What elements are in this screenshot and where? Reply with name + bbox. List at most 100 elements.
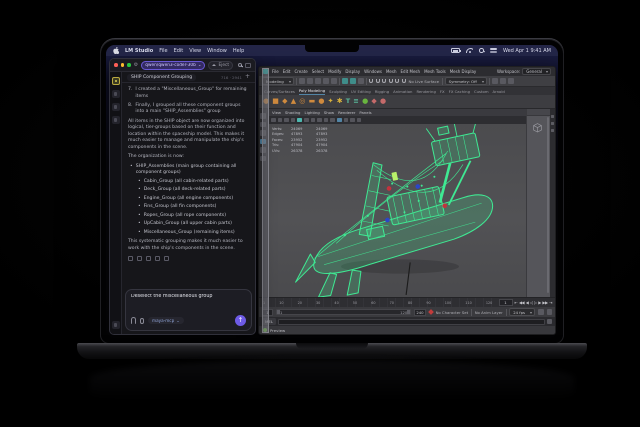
shelf-tool-icon[interactable]: ◆ [371,98,376,105]
eject-model-button[interactable]: Eject [208,61,233,70]
loaded-model-pill[interactable]: qwen/qwen3-coder-30b ⌄ [141,61,205,70]
attribute-editor-toggle-icon[interactable] [551,115,554,118]
viewport-toolbar-icon[interactable] [344,118,349,123]
menubar-app-name[interactable]: LM Studio [125,48,153,54]
attach-file-icon[interactable] [131,317,136,324]
menubar-clock[interactable]: Wed Apr 1 9:41 AM [503,48,551,54]
viewport-toolbar-icon[interactable] [330,118,335,123]
tools-icon[interactable]: ⚙ [134,63,138,68]
open-scene-icon[interactable] [307,78,313,84]
viewport-canvas[interactable]: Verts: 24069 24069 Edges: 47893 47893 Fa… [268,124,526,297]
playback-button[interactable]: ▶ [538,301,541,305]
maximize-window-button[interactable] [127,63,131,67]
maya-menu-item[interactable]: Windows [364,69,382,74]
snap-to-point-icon[interactable] [382,79,386,83]
apple-menu-icon[interactable] [113,47,119,54]
undo-icon[interactable] [323,78,329,84]
redo-icon[interactable] [331,78,337,84]
viewport-menu-item[interactable]: Show [324,110,334,115]
fps-selector[interactable]: 24 fps [509,308,535,316]
make-live-icon[interactable] [402,79,406,83]
playback-button[interactable]: ◁ [530,301,533,305]
spotlight-search-icon[interactable] [479,48,484,53]
shelf-tool-icon[interactable]: ✦ [328,98,334,105]
select-by-object-icon[interactable] [350,78,356,84]
viewport-menu-item[interactable]: Lighting [304,110,319,115]
sidebar-item-developer[interactable] [112,90,120,98]
maya-menu-item[interactable]: Mesh Tools [424,69,446,74]
menubar-menu-item[interactable]: Window [207,48,227,54]
workspace-selector[interactable]: General [522,68,551,76]
ipr-render-icon[interactable] [500,78,506,84]
chat-title[interactable]: SHIP Component Grouping [127,74,196,81]
viewport-menu-item[interactable]: Panels [359,110,371,115]
snap-to-view-plane-icon[interactable] [395,79,399,83]
viewport-toolbar-icon[interactable] [324,118,329,123]
battery-icon[interactable] [451,48,460,53]
delete-icon[interactable] [164,256,169,261]
shelf-tool-icon[interactable]: ▬ [309,98,316,105]
maya-menu-item[interactable]: Mesh Display [450,69,477,74]
viewport-toolbar-icon[interactable] [271,118,276,123]
snap-to-projected-center-icon[interactable] [389,79,393,83]
shelf-tool-icon[interactable]: ≡ [353,98,358,105]
current-frame-field[interactable]: 1 [499,299,513,306]
viewport-toolbar-icon[interactable] [304,118,309,123]
render-settings-icon[interactable] [508,78,514,84]
channel-box-toggle-icon[interactable] [551,129,554,132]
microphone-icon[interactable] [140,318,144,324]
new-chat-button[interactable]: + [245,74,250,80]
minimize-window-button[interactable] [121,63,125,67]
shelf-tool-icon[interactable]: ▲ [291,98,296,105]
playback-button[interactable]: ⇥ [549,301,552,305]
shelf-tool-icon[interactable]: ◆ [282,98,287,105]
symmetry-selector[interactable]: Symmetry: Off [445,77,487,85]
maya-menu-item[interactable]: Create [294,69,307,74]
maya-menu-item[interactable]: Mesh [386,69,397,74]
viewport-toolbar-icon[interactable] [297,118,302,123]
sidebar-item-chat[interactable] [112,77,120,85]
maya-menu-item[interactable]: Select [312,69,324,74]
maya-menu-item[interactable]: Edit Mesh [401,69,421,74]
save-scene-icon[interactable] [315,78,321,84]
viewport-toolbar-icon[interactable] [278,118,283,123]
select-by-hierarchy-icon[interactable] [342,78,348,84]
viewport-menu-item[interactable]: View [272,110,281,115]
close-window-button[interactable] [114,63,118,67]
maya-menu-item[interactable]: Display [345,69,360,74]
render-icon[interactable] [492,78,498,84]
shelf-tab[interactable]: Poly Modeling [299,88,325,95]
script-editor-icon[interactable] [547,319,553,325]
playback-button[interactable]: ◀◀ [519,301,524,305]
regenerate-icon[interactable] [146,256,151,261]
maya-menu-item[interactable]: Modify [328,69,341,74]
viewport-toolbar-icon[interactable] [284,118,289,123]
viewport-toolbar-icon[interactable] [350,118,355,123]
playback-button[interactable]: ⇤ [515,301,518,305]
viewport-toolbar-icon[interactable] [357,118,362,123]
settings-gear-icon[interactable] [112,321,120,329]
time-slider[interactable]: 1102030405060708090100110120 1 ⇤◀◀◀◁▷▶▶▶… [259,297,555,307]
copy-icon[interactable] [128,256,133,261]
maya-menu-item[interactable]: File [272,69,279,74]
maya-menu-item[interactable]: Edit [283,69,291,74]
edit-icon[interactable] [137,256,142,261]
menubar-menu-item[interactable]: View [189,48,201,54]
current-frame-cursor[interactable] [262,68,269,333]
shelf-tool-icon[interactable]: ● [318,98,324,105]
send-button[interactable]: ↑ [235,315,246,326]
shelf-tool-icon[interactable]: T [346,98,350,105]
chat-composer[interactable]: maya-mcp ⌄ ↑ [125,289,252,331]
snap-to-curve-icon[interactable] [376,79,380,83]
sidebar-item-discover[interactable] [112,103,120,111]
anim-layer-selector[interactable]: No Anim Layer [475,310,503,315]
snap-to-grid-icon[interactable] [369,79,373,83]
new-scene-icon[interactable] [299,78,305,84]
channel-box-scrollbar[interactable] [547,117,549,293]
viewport-menu-item[interactable]: Shading [285,110,300,115]
viewport-toolbar-icon[interactable] [311,118,316,123]
playback-button[interactable]: ▷ [534,301,537,305]
menubar-menu-item[interactable]: Help [233,48,244,54]
shelf-tool-icon[interactable]: ● [380,98,386,105]
select-by-component-icon[interactable] [358,78,364,84]
